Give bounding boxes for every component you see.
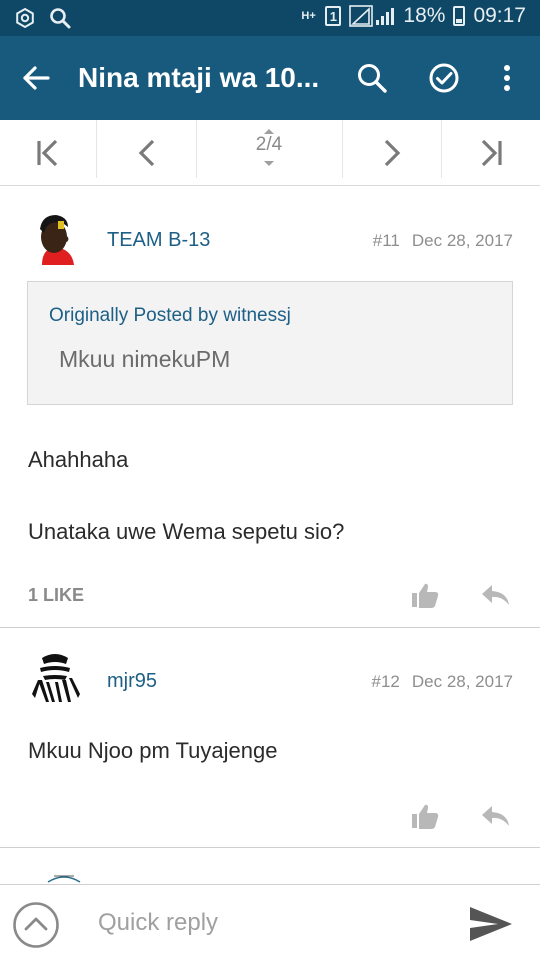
avatar[interactable] [28,650,82,704]
avatar [47,875,81,883]
back-arrow-icon[interactable] [18,60,54,96]
post-number[interactable]: #12 [371,672,399,691]
post-item: TEAM B-13 #11 Dec 28, 2017 Originally Pos… [0,187,540,627]
post-item: mjr95 #12 Dec 28, 2017 Mkuu Njoo pm Tuyaj… [0,628,540,847]
status-bar: H+ 1 18% 09:17 [0,0,540,36]
reply-icon[interactable] [480,802,510,830]
quote-block: Originally Posted by witnessj Mkuu nimek… [27,281,513,405]
quote-text: Mkuu nimekuPM [59,346,231,372]
next-page-button[interactable] [343,120,441,186]
post-date: Dec 28, 2017 [411,672,513,691]
post-username[interactable]: TEAM B-13 [107,229,210,252]
network-type: H+ [301,10,316,22]
post-body-line: Mkuu Njoo pm Tuyajenge [28,738,278,763]
search-icon [50,8,71,29]
reply-icon[interactable] [480,581,510,609]
prev-page-button[interactable] [97,120,196,186]
signal-icon [349,5,395,27]
post-body-line: Ahahhaha [28,447,129,472]
last-page-button[interactable] [442,120,540,186]
more-vert-icon[interactable] [489,60,525,96]
check-circle-icon[interactable] [426,60,462,96]
post-username[interactable]: mjr95 [107,670,157,693]
quick-reply-bar [0,884,540,960]
thread-title: Nina mtaji wa 10... [78,62,320,93]
last-page-icon [481,139,502,167]
settings-icon [16,7,34,29]
first-page-icon [37,139,58,167]
post-number[interactable]: #11 [373,231,400,250]
caret-down-icon [264,161,274,166]
page-indicator[interactable]: 2/4 [196,120,342,186]
chevron-up-circle-icon[interactable] [12,901,60,949]
like-count[interactable]: 1 LIKE [28,585,84,606]
prev-page-icon [138,139,154,167]
quote-header[interactable]: Originally Posted by witnessj [49,305,291,327]
page-navigation: 2/4 [0,120,540,186]
post-body-line: Unataka uwe Wema sepetu sio? [28,519,345,544]
post-meta: #11 Dec 28, 2017 [373,231,513,251]
post-divider [0,847,540,848]
post-date: Dec 28, 2017 [411,231,513,250]
send-icon[interactable] [468,905,514,943]
sim-icon: 1 [325,6,342,26]
app-bar: Nina mtaji wa 10... [0,36,540,120]
avatar[interactable] [28,211,82,265]
first-page-button[interactable] [0,120,96,186]
thumbs-up-icon[interactable] [410,581,440,609]
battery-percent: 18% [403,4,446,27]
search-icon[interactable] [354,60,390,96]
quick-reply-input[interactable] [98,903,438,943]
current-page: 2 [255,134,267,155]
thumbs-up-icon[interactable] [410,802,440,830]
total-pages: 4 [271,134,283,155]
post-meta: #12 Dec 28, 2017 [371,672,513,692]
clock: 09:17 [473,4,526,27]
next-page-icon [384,139,401,167]
battery-icon [453,6,466,26]
